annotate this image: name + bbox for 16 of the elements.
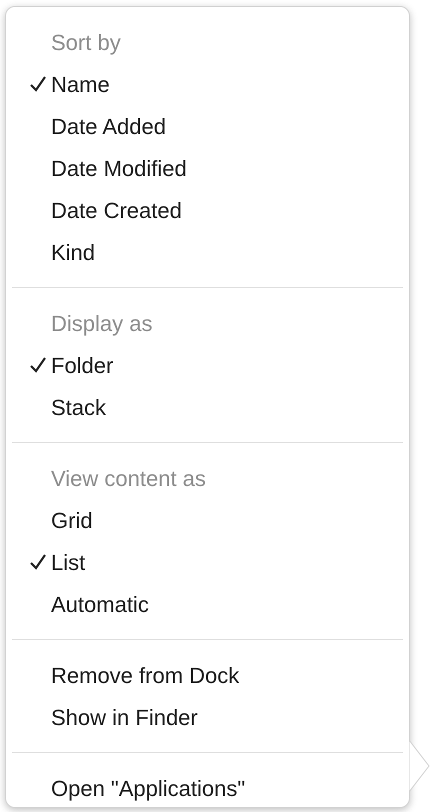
menu-item[interactable]: Remove from Dock xyxy=(51,658,240,692)
menu-item[interactable]: List xyxy=(51,546,86,578)
menu-item[interactable]: Open "Applications" xyxy=(51,772,246,804)
section-header: Display as xyxy=(51,310,152,338)
menu-item[interactable]: Automatic xyxy=(51,588,149,620)
menu-item[interactable]: Name xyxy=(51,68,110,100)
menu-item[interactable]: Date Created xyxy=(51,194,182,226)
menu-item[interactable]: Folder xyxy=(51,348,114,382)
menu-item[interactable]: Show in Finder xyxy=(51,700,198,734)
menu-item[interactable]: Grid xyxy=(51,504,93,536)
section-header: View content as xyxy=(51,464,206,492)
menu-item[interactable]: Date Modified xyxy=(51,152,187,184)
menu-item[interactable]: Stack xyxy=(51,390,106,424)
menu-item[interactable]: Date Added xyxy=(51,110,166,142)
section-header: Sort by xyxy=(51,28,121,57)
menu-item[interactable]: Kind xyxy=(51,236,96,268)
